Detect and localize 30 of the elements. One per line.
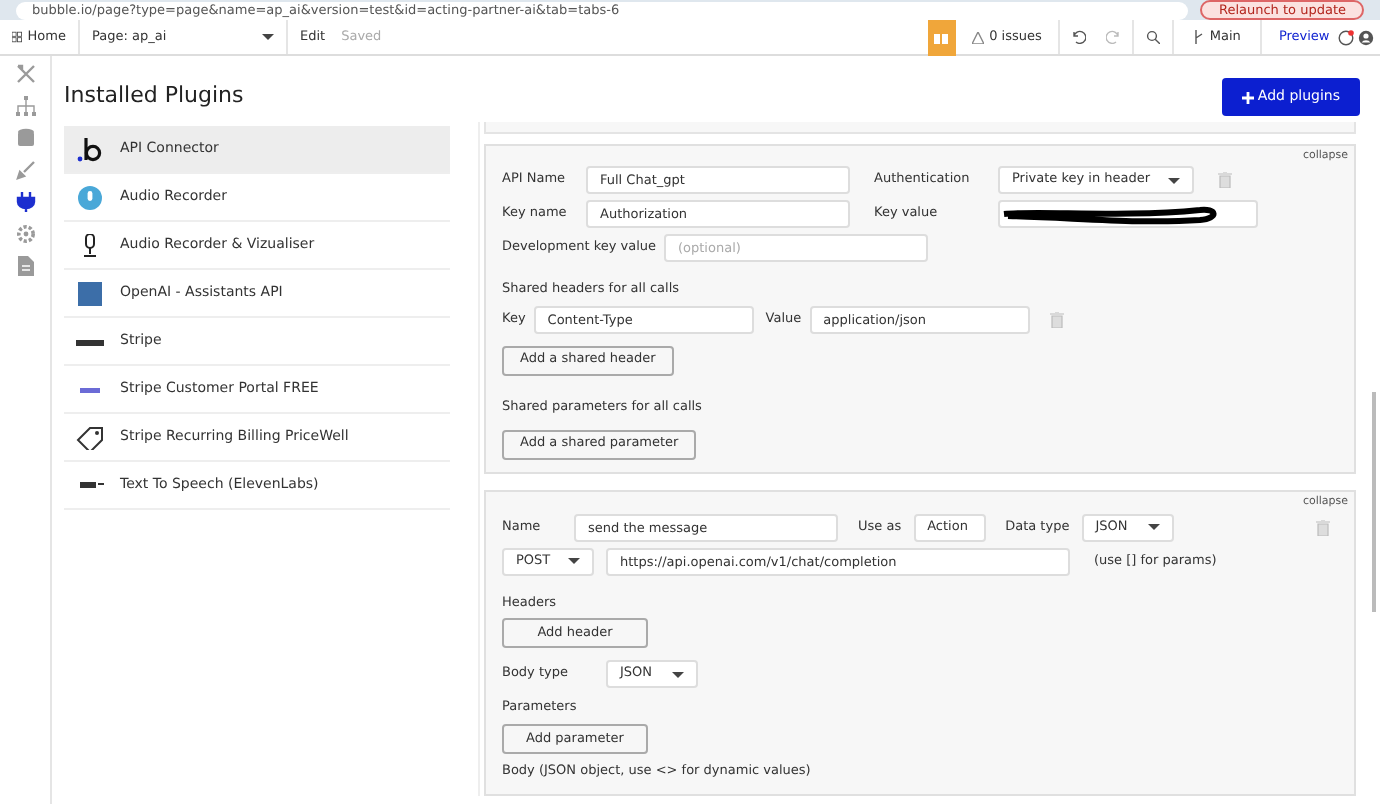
profile-icon[interactable] — [1357, 29, 1373, 45]
photo-placeholder — [76, 281, 104, 305]
database-icon[interactable] — [15, 128, 35, 148]
microphone-icon — [76, 185, 104, 209]
bubble-logo-icon — [76, 137, 104, 161]
trash-icon[interactable] — [1218, 172, 1232, 188]
key-value-field[interactable] — [998, 200, 1258, 228]
scrollbar[interactable] — [1372, 392, 1376, 612]
document-icon[interactable] — [15, 256, 35, 276]
tools-icon[interactable] — [15, 64, 35, 84]
settings-icon[interactable] — [15, 224, 35, 244]
trash-icon[interactable] — [1049, 311, 1064, 328]
branch-icon — [1193, 30, 1204, 44]
page-title: Installed Plugins — [64, 80, 244, 113]
caret-icon — [672, 671, 684, 678]
sitemap-icon[interactable] — [15, 96, 35, 116]
redo-icon[interactable] — [1105, 30, 1120, 44]
caret-icon — [262, 34, 274, 40]
grid-icon[interactable] — [12, 30, 22, 44]
warning-icon — [971, 31, 984, 43]
caret-icon — [568, 558, 580, 564]
caret-icon — [1168, 177, 1180, 183]
undo-icon[interactable] — [1071, 30, 1086, 44]
caret-icon — [1147, 524, 1160, 530]
plug-icon[interactable] — [15, 192, 35, 212]
trash-icon[interactable] — [1316, 519, 1330, 535]
tag-icon — [76, 425, 104, 449]
search-icon[interactable] — [1145, 30, 1160, 44]
plus-icon — [1242, 91, 1255, 103]
help-icon[interactable] — [1337, 29, 1354, 45]
